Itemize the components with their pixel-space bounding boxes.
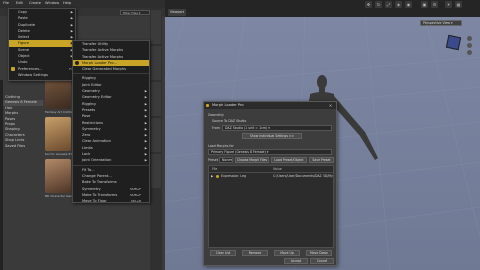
filter-input[interactable]: Filter Files ▾ bbox=[120, 10, 150, 15]
menu-file[interactable]: File bbox=[3, 1, 9, 5]
menu-item-move-to-floor[interactable]: Move To Floor Ctrl+D bbox=[73, 198, 149, 204]
from-label: From bbox=[212, 126, 220, 130]
figure-select[interactable]: Primary Figure (Genesis 8 Female) ▾ bbox=[208, 149, 332, 155]
thumbnail-grid: Fantasy Art Clothing Genesis 8 Female Ka… bbox=[45, 75, 103, 225]
pane-tab-parameters[interactable] bbox=[151, 10, 161, 44]
preset-label: Preset bbox=[208, 158, 218, 162]
menu-separator bbox=[73, 73, 149, 75]
grid-icon[interactable]: ▦ bbox=[455, 1, 462, 8]
category-list: Clothing Genesis 8 Female Hair Morphs Po… bbox=[3, 95, 43, 155]
close-icon[interactable]: ✕ bbox=[328, 103, 333, 108]
app-icon bbox=[206, 104, 209, 107]
morph-status-icon bbox=[216, 175, 219, 178]
pane-tab-posing[interactable] bbox=[151, 118, 161, 152]
dialog-title: Morph Loader Pro bbox=[204, 102, 336, 109]
menu-help[interactable]: Help bbox=[63, 1, 71, 5]
camera-tool-icon[interactable]: ◉ bbox=[405, 1, 412, 8]
select-tool-icon[interactable]: ◈ bbox=[395, 1, 402, 8]
geometry-label: Geometry bbox=[208, 113, 224, 117]
pane-tab-lights[interactable] bbox=[151, 154, 161, 188]
edit-menu: Copy ▶ Paste ▶ Duplicate ▶ Delete ▶ Select ▶ … bbox=[8, 8, 76, 81]
choose-morph-files-button[interactable]: Choose Morph Files bbox=[235, 157, 269, 163]
product-thumbnail[interactable]: BD Character Genesis 8 Female bbox=[45, 159, 93, 198]
viewport-tab[interactable]: Viewport bbox=[168, 9, 186, 16]
rotate-tool-icon[interactable]: ↻ bbox=[375, 1, 382, 8]
figure-submenu: Transfer Utility Transfer Active Morphs … bbox=[72, 40, 150, 203]
accept-button[interactable]: Accept bbox=[284, 258, 308, 264]
table-row[interactable]: ▶ Expression: Leg C:/Users/User/Document… bbox=[211, 174, 333, 180]
load-morphs-label: Load Morphs for bbox=[208, 144, 234, 148]
menu-item-clear-morphs[interactable]: Clear Generated Morphs bbox=[73, 66, 149, 72]
menu-separator bbox=[73, 164, 149, 166]
morph-file-list[interactable]: File Value ▶ Expression: Leg C:/Users/Us… bbox=[208, 165, 334, 248]
menu-edit[interactable]: Edit bbox=[16, 1, 23, 5]
menu-bar: File Edit Create Window Help bbox=[0, 0, 165, 8]
save-preset-button[interactable]: Save Preset bbox=[309, 157, 334, 163]
render-icon[interactable]: ▣ bbox=[421, 1, 428, 8]
expand-arrow-icon[interactable]: ▶ bbox=[211, 174, 213, 178]
menu-create[interactable]: Create bbox=[29, 1, 41, 5]
clear-list-button[interactable]: Clear List bbox=[210, 250, 236, 256]
move-down-button[interactable]: Move Down bbox=[306, 250, 332, 256]
menu-item-window-settings[interactable]: Window Settings bbox=[9, 72, 75, 78]
individual-settings-button[interactable]: Show Individual Settings >> bbox=[242, 133, 302, 139]
list-item[interactable]: Saved Files bbox=[3, 144, 43, 149]
light-icon[interactable]: ☀ bbox=[445, 1, 452, 8]
remove-button[interactable]: Remove bbox=[242, 250, 268, 256]
cancel-button[interactable]: Cancel bbox=[310, 258, 334, 264]
move-tool-icon[interactable]: ✥ bbox=[365, 1, 372, 8]
from-select[interactable]: DAZ Studio (1 unit = 1cm) ▾ bbox=[222, 125, 332, 131]
preset-select[interactable]: None▾ bbox=[219, 157, 233, 163]
scale-tool-icon[interactable]: ⤢ bbox=[385, 1, 392, 8]
gear-icon bbox=[11, 66, 15, 71]
morph-name: Expression: Leg bbox=[221, 174, 247, 178]
menu-item-joint-orientation[interactable]: Joint Orientation ▶ bbox=[73, 157, 149, 163]
viewport-toolbar: ✥ ↻ ⤢ ◈ ◉ ▣ ⚙ ☀ ▦ bbox=[165, 0, 480, 17]
source-label: Source To DAZ Studio bbox=[212, 119, 247, 123]
pane-tab-surfaces[interactable] bbox=[151, 82, 161, 116]
divider bbox=[209, 172, 333, 173]
pane-tab-strip bbox=[150, 8, 162, 270]
pane-tab-shaping[interactable] bbox=[151, 46, 161, 80]
column-header-file[interactable]: File bbox=[212, 167, 217, 171]
column-header-value[interactable]: Value bbox=[273, 167, 282, 171]
move-up-button[interactable]: Move Up bbox=[274, 250, 300, 256]
morph-loader-icon bbox=[75, 60, 79, 65]
load-preset-button[interactable]: Load Preset/Object bbox=[271, 157, 307, 163]
settings-icon[interactable]: ⚙ bbox=[431, 1, 438, 8]
product-thumbnail[interactable]: Kai for Genesis 8 Female bbox=[45, 117, 82, 156]
morph-loader-dialog: Morph Loader Pro ✕ Geometry Source To DA… bbox=[203, 101, 337, 266]
morph-path: C:/Users/User/Documents/DAZ 3D/My bbox=[273, 174, 333, 178]
menu-window[interactable]: Window bbox=[45, 1, 59, 5]
